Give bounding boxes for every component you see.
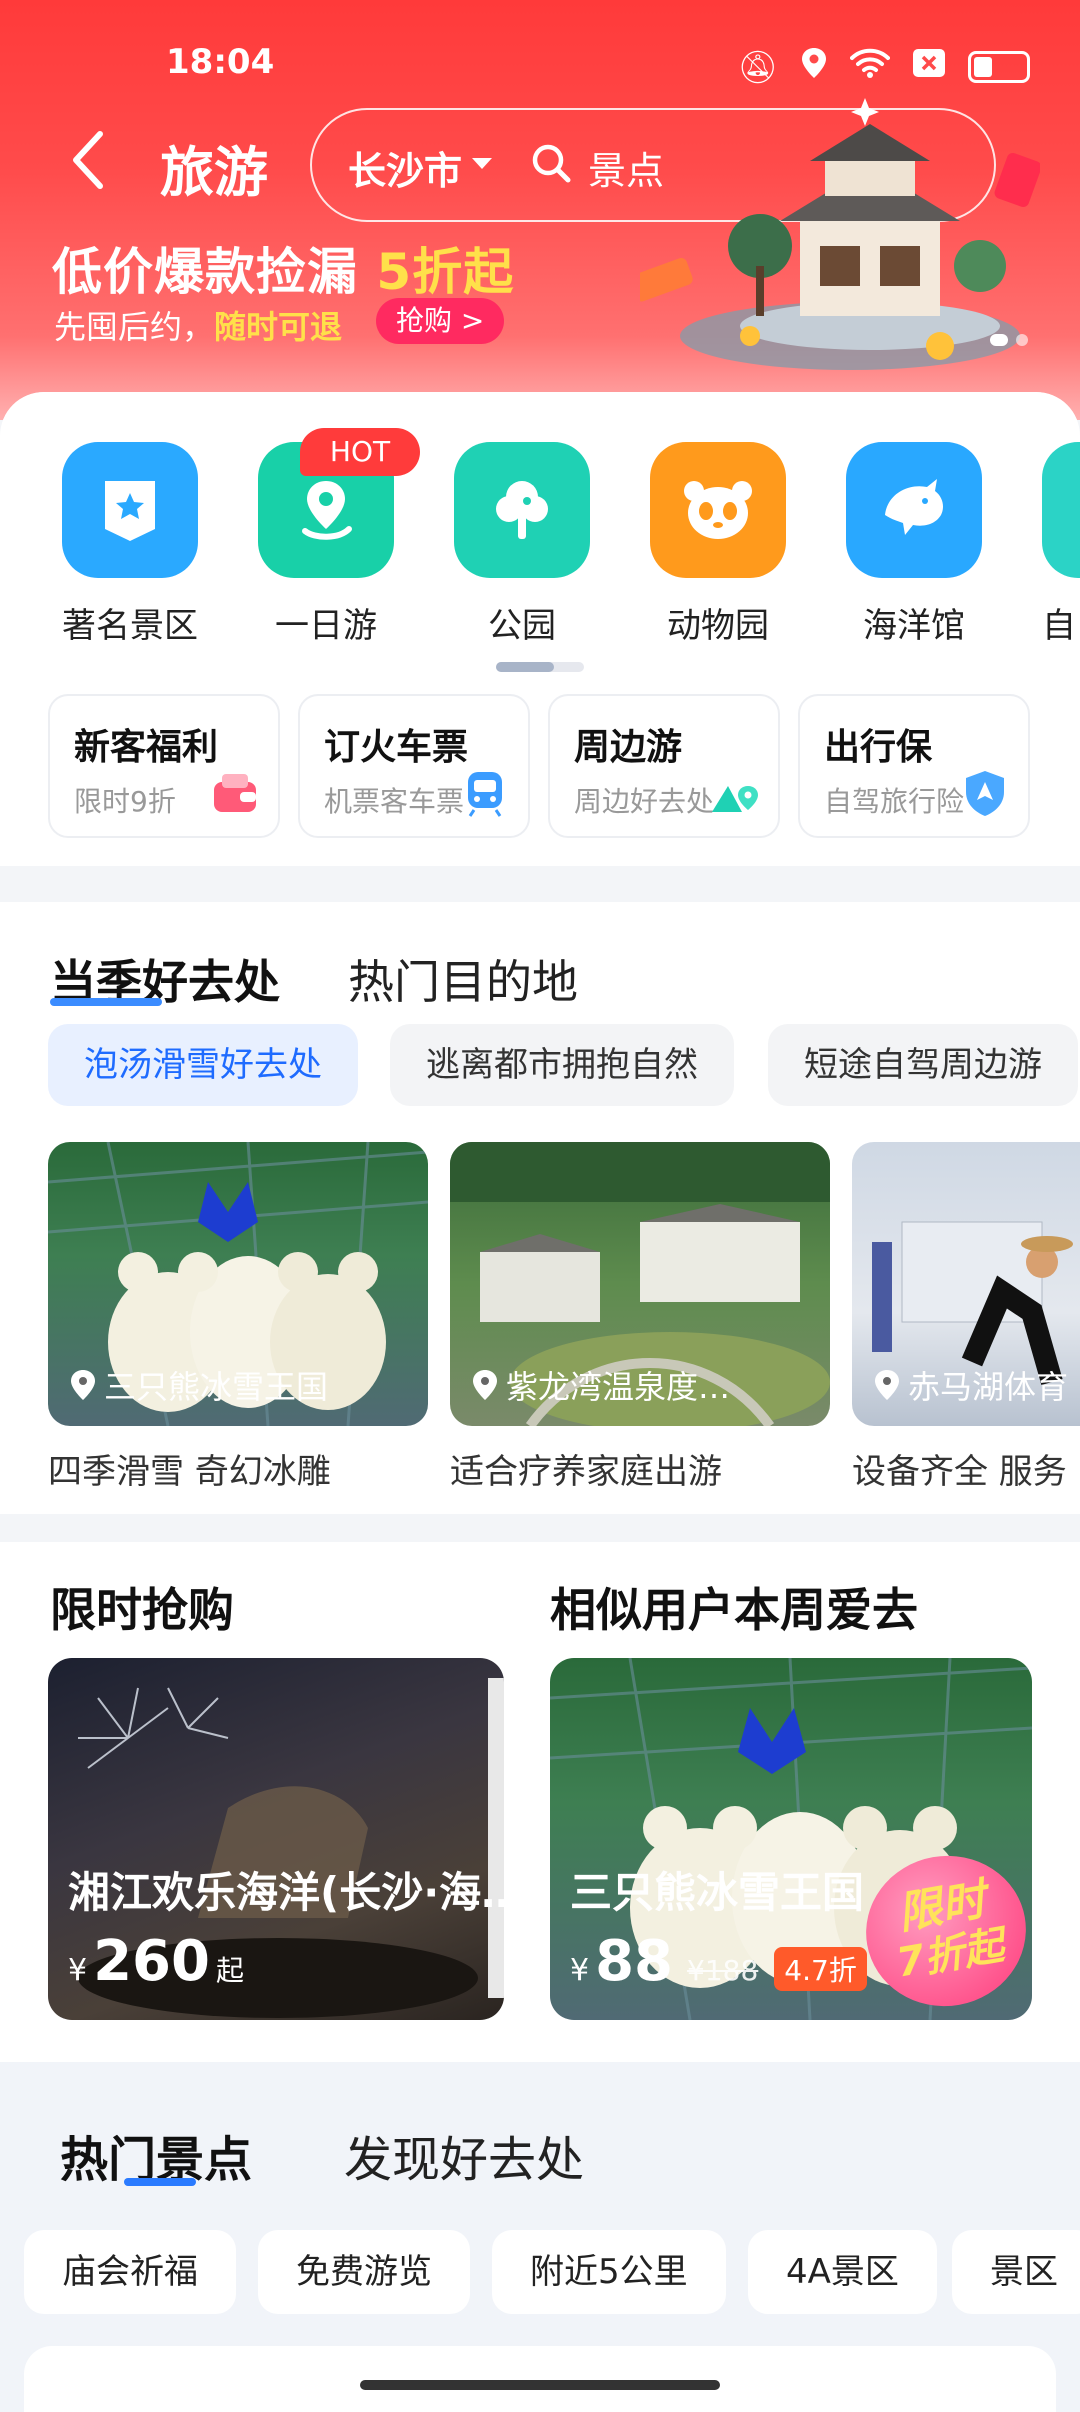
- category-label: 著名景区: [62, 606, 198, 646]
- promo-subline: 先囤后约，随时可退: [54, 308, 343, 346]
- page-title: 旅游: [160, 141, 268, 204]
- mute-icon: 🔕︎: [737, 47, 778, 86]
- season-card-location: 三只熊冰雪王国: [70, 1362, 328, 1408]
- flash-sale-price: ¥ 260 起: [68, 1929, 245, 1994]
- shield-icon: [960, 768, 1010, 818]
- content-sheet: HOT 著名景区 一日游 公园 动物园 海洋馆 自 新客福利 限时9折 订火车票…: [0, 392, 1080, 2412]
- category-aquarium[interactable]: 海洋馆: [834, 442, 994, 647]
- quick-nearby-tour[interactable]: 周边游 周边好去处: [548, 694, 780, 838]
- battery-icon: [968, 50, 1030, 83]
- hot-badge: HOT: [300, 428, 420, 476]
- status-icons: 🔕︎: [737, 46, 1030, 87]
- home-indicator[interactable]: [360, 2380, 720, 2390]
- flash-sale-title: 限时抢购: [50, 1583, 234, 1637]
- season-card-image: 赤马湖体育: [852, 1142, 1080, 1426]
- partial-icon: [1042, 442, 1080, 578]
- flash-sale-name: 湘江欢乐海洋(长沙·海…: [68, 1868, 504, 1917]
- chip-free-visit[interactable]: 免费游览: [258, 2230, 470, 2314]
- season-card[interactable]: 紫龙湾温泉度… 适合疗养家庭出游: [450, 1142, 830, 1493]
- dolphin-icon: [846, 442, 982, 578]
- season-card-image: 三只熊冰雪王国: [48, 1142, 428, 1426]
- chip-nearby-5km[interactable]: 附近5公里: [492, 2230, 726, 2314]
- train-icon: [460, 768, 510, 818]
- category-label: 公园: [488, 606, 556, 646]
- chip-scenic[interactable]: 景区: [952, 2230, 1080, 2314]
- category-label: 动物园: [667, 606, 769, 646]
- category-label: 海洋馆: [863, 606, 965, 646]
- category-row: HOT 著名景区 一日游 公园 动物园 海洋馆 自: [0, 392, 1080, 682]
- status-time: 18:04: [166, 42, 275, 82]
- flash-sale-card[interactable]: 湘江欢乐海洋(长沙·海… ¥ 260 起: [48, 1658, 504, 2020]
- location-icon: [800, 46, 828, 87]
- header-banner: 18:04 🔕︎ 旅游 长沙市 景点 低价爆款捡漏 5折起 先囤后约，随时可退 …: [0, 0, 1080, 420]
- similar-name: 三只熊冰雪王国: [570, 1868, 865, 1917]
- deals-section: 限时抢购 相似用户本周爱去 湘江欢乐海洋(长沙·海… ¥ 260 起 三只熊冰雪…: [0, 1542, 1080, 2062]
- season-card-desc: 适合疗养家庭出游: [450, 1452, 722, 1492]
- quick-train-ticket[interactable]: 订火车票 机票客车票: [298, 694, 530, 838]
- quick-travel-insurance[interactable]: 出行保 自驾旅行险: [798, 694, 1030, 838]
- discount-badge: 4.7折: [774, 1947, 867, 1991]
- category-partial[interactable]: 自: [1030, 442, 1080, 647]
- sim-icon: [912, 48, 946, 85]
- status-bar: 18:04 🔕︎: [0, 40, 1080, 90]
- category-park[interactable]: 公园: [442, 442, 602, 647]
- similar-users-card[interactable]: 三只熊冰雪王国 ¥ 88 ¥188 4.7折 限时 7折起: [550, 1658, 1032, 2020]
- chip-hot-spring-ski[interactable]: 泡汤滑雪好去处: [48, 1024, 358, 1106]
- season-card[interactable]: 赤马湖体育 设备齐全 服务: [852, 1142, 1080, 1493]
- season-card-location: 赤马湖体育: [874, 1362, 1068, 1408]
- chip-temple-fair[interactable]: 庙会祈福: [24, 2230, 236, 2314]
- season-card-desc: 设备齐全 服务: [852, 1452, 1067, 1492]
- chip-4a-scenic[interactable]: 4A景区: [748, 2230, 937, 2314]
- tab-underline: [50, 998, 162, 1006]
- category-label: 自: [1042, 606, 1076, 646]
- season-card-location: 紫龙湾温泉度…: [472, 1362, 730, 1408]
- list-card-peek: [24, 2346, 1056, 2412]
- chip-escape-city[interactable]: 逃离都市拥抱自然: [390, 1024, 734, 1106]
- location-pin-icon: [473, 1370, 497, 1400]
- back-button[interactable]: [66, 128, 110, 189]
- wifi-icon: [850, 48, 890, 85]
- panda-icon: [650, 442, 786, 578]
- banner-pager: [990, 334, 1028, 346]
- promo-headline: 低价爆款捡漏 5折起: [52, 243, 515, 301]
- similar-users-title: 相似用户本周爱去: [550, 1583, 918, 1637]
- category-label: 一日游: [275, 606, 377, 646]
- seasonal-section: 当季好去处 热门目的地 泡汤滑雪好去处 逃离都市拥抱自然 短途自驾周边游 三只熊: [0, 902, 1080, 1514]
- category-zoo[interactable]: 动物园: [638, 442, 798, 647]
- location-pin-icon: [875, 1370, 899, 1400]
- grab-button[interactable]: 抢购 >: [376, 298, 505, 344]
- quick-entries: 新客福利 限时9折 订火车票 机票客车票 周边游 周边好去处 出行保 自驾旅行险: [0, 682, 1080, 866]
- tab-discover[interactable]: 发现好去处: [344, 2120, 584, 2190]
- quick-new-user[interactable]: 新客福利 限时9折: [48, 694, 280, 838]
- category-scroll-indicator: [496, 662, 584, 672]
- tab-underline: [124, 2178, 196, 2186]
- similar-price: ¥ 88 ¥188 4.7折: [570, 1929, 867, 1994]
- season-card-image: 紫龙湾温泉度…: [450, 1142, 830, 1426]
- season-card-desc: 四季滑雪 奇幻冰雕: [48, 1452, 331, 1492]
- tree-icon: [454, 442, 590, 578]
- promo-highlight: 5折起: [376, 243, 515, 301]
- location-pin-icon: [71, 1370, 95, 1400]
- season-card[interactable]: 三只熊冰雪王国 四季滑雪 奇幻冰雕: [48, 1142, 428, 1493]
- search-icon: [530, 142, 572, 184]
- mountain-pin-icon: [710, 768, 760, 818]
- chip-short-drive[interactable]: 短途自驾周边游: [768, 1024, 1078, 1106]
- wallet-icon: [210, 768, 260, 818]
- city-selector[interactable]: 长沙市: [348, 140, 462, 195]
- chevron-down-icon: [472, 158, 492, 169]
- category-famous-scenic[interactable]: 著名景区: [50, 442, 210, 647]
- banner-house-illustration: [630, 96, 1042, 376]
- scenic-badge-icon: [62, 442, 198, 578]
- tab-hot-destination[interactable]: 热门目的地: [348, 946, 578, 1012]
